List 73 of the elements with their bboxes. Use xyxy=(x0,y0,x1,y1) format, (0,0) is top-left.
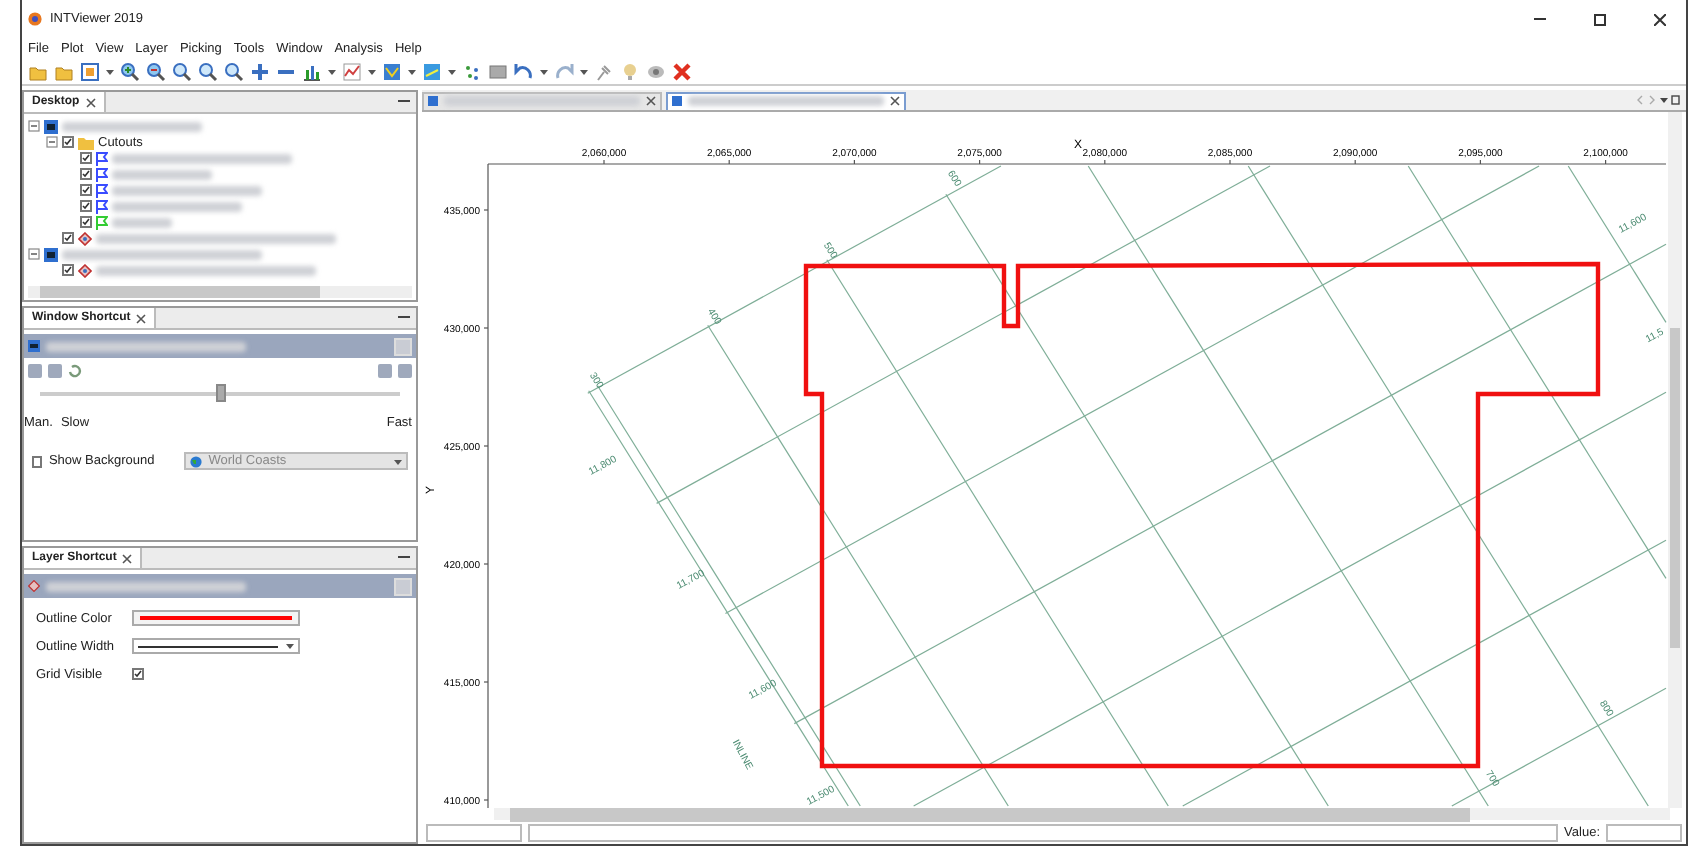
caret-icon[interactable] xyxy=(368,67,376,75)
close-icon[interactable] xyxy=(85,97,96,107)
wiggle-icon[interactable] xyxy=(382,61,402,81)
view-icon xyxy=(44,119,58,133)
caret-icon[interactable] xyxy=(106,67,114,75)
scrollbar[interactable] xyxy=(494,807,1670,821)
undo-icon[interactable] xyxy=(514,61,534,81)
caret-icon[interactable] xyxy=(448,67,456,75)
zoom-in-icon[interactable] xyxy=(120,61,140,81)
view-tab[interactable] xyxy=(422,91,662,110)
scrollbar[interactable] xyxy=(1668,111,1682,808)
outline-polygon[interactable] xyxy=(803,261,1601,768)
monitor-icon[interactable] xyxy=(488,61,508,81)
globe-icon xyxy=(190,455,203,467)
expander-icon[interactable] xyxy=(28,120,40,132)
view-icon xyxy=(672,96,682,107)
checkbox[interactable] xyxy=(132,668,144,680)
close-icon[interactable] xyxy=(122,553,133,563)
line-chart-icon[interactable] xyxy=(342,61,362,81)
checkbox[interactable] xyxy=(62,136,74,148)
app-logo-icon xyxy=(28,12,42,26)
checkbox[interactable] xyxy=(62,264,74,276)
zoom-fit-icon[interactable] xyxy=(80,61,100,81)
close-icon[interactable] xyxy=(646,96,656,107)
magnifier-icon[interactable] xyxy=(172,61,192,81)
minimize-icon[interactable] xyxy=(398,100,410,104)
refresh-icon[interactable] xyxy=(68,364,82,378)
view-icon xyxy=(28,340,40,352)
expander-icon[interactable] xyxy=(46,136,58,148)
checkbox[interactable] xyxy=(32,455,43,467)
close-icon[interactable] xyxy=(890,96,900,107)
caret-icon[interactable] xyxy=(408,67,416,75)
folder-icon xyxy=(78,135,94,149)
status-field xyxy=(426,823,522,842)
caret-icon[interactable] xyxy=(328,67,336,75)
scatter-icon[interactable] xyxy=(462,61,482,81)
zoom-out-icon[interactable] xyxy=(146,61,166,81)
minimize-icon[interactable] xyxy=(398,556,410,560)
view-tab[interactable] xyxy=(666,91,906,110)
layer-icon xyxy=(78,263,92,277)
line-width-dropdown[interactable] xyxy=(132,638,300,654)
layer-icon xyxy=(28,580,40,592)
bar-chart-icon[interactable] xyxy=(302,61,322,81)
checkbox[interactable] xyxy=(80,168,92,180)
view-icon xyxy=(44,247,58,261)
caret-icon[interactable] xyxy=(580,67,588,75)
blurred-text xyxy=(112,169,212,179)
color-picker[interactable] xyxy=(132,610,300,626)
magnifier-icon[interactable] xyxy=(198,61,218,81)
checkbox[interactable] xyxy=(62,232,74,244)
blurred-text xyxy=(112,201,242,211)
plus-icon[interactable] xyxy=(250,61,270,81)
maximize-icon[interactable] xyxy=(1594,13,1606,25)
value-field xyxy=(1606,823,1682,842)
blurred-text xyxy=(62,121,202,131)
caret-icon[interactable] xyxy=(286,642,294,650)
close-icon[interactable] xyxy=(1654,13,1666,25)
view-icon xyxy=(428,96,438,107)
checkbox[interactable] xyxy=(80,216,92,228)
minimize-icon[interactable] xyxy=(398,316,410,320)
tab-controls-icon[interactable] xyxy=(1636,93,1680,106)
slider-thumb[interactable] xyxy=(216,384,226,402)
checkbox[interactable] xyxy=(80,184,92,196)
eye-icon[interactable] xyxy=(646,61,666,81)
caret-icon[interactable] xyxy=(540,67,548,75)
layer-icon xyxy=(78,231,92,245)
expander-icon[interactable] xyxy=(28,248,40,260)
close-icon[interactable] xyxy=(136,313,147,323)
blurred-text xyxy=(112,217,172,227)
magnifier-icon[interactable] xyxy=(224,61,244,81)
scrollbar[interactable] xyxy=(28,286,412,298)
checkbox[interactable] xyxy=(80,152,92,164)
checkbox[interactable] xyxy=(80,200,92,212)
